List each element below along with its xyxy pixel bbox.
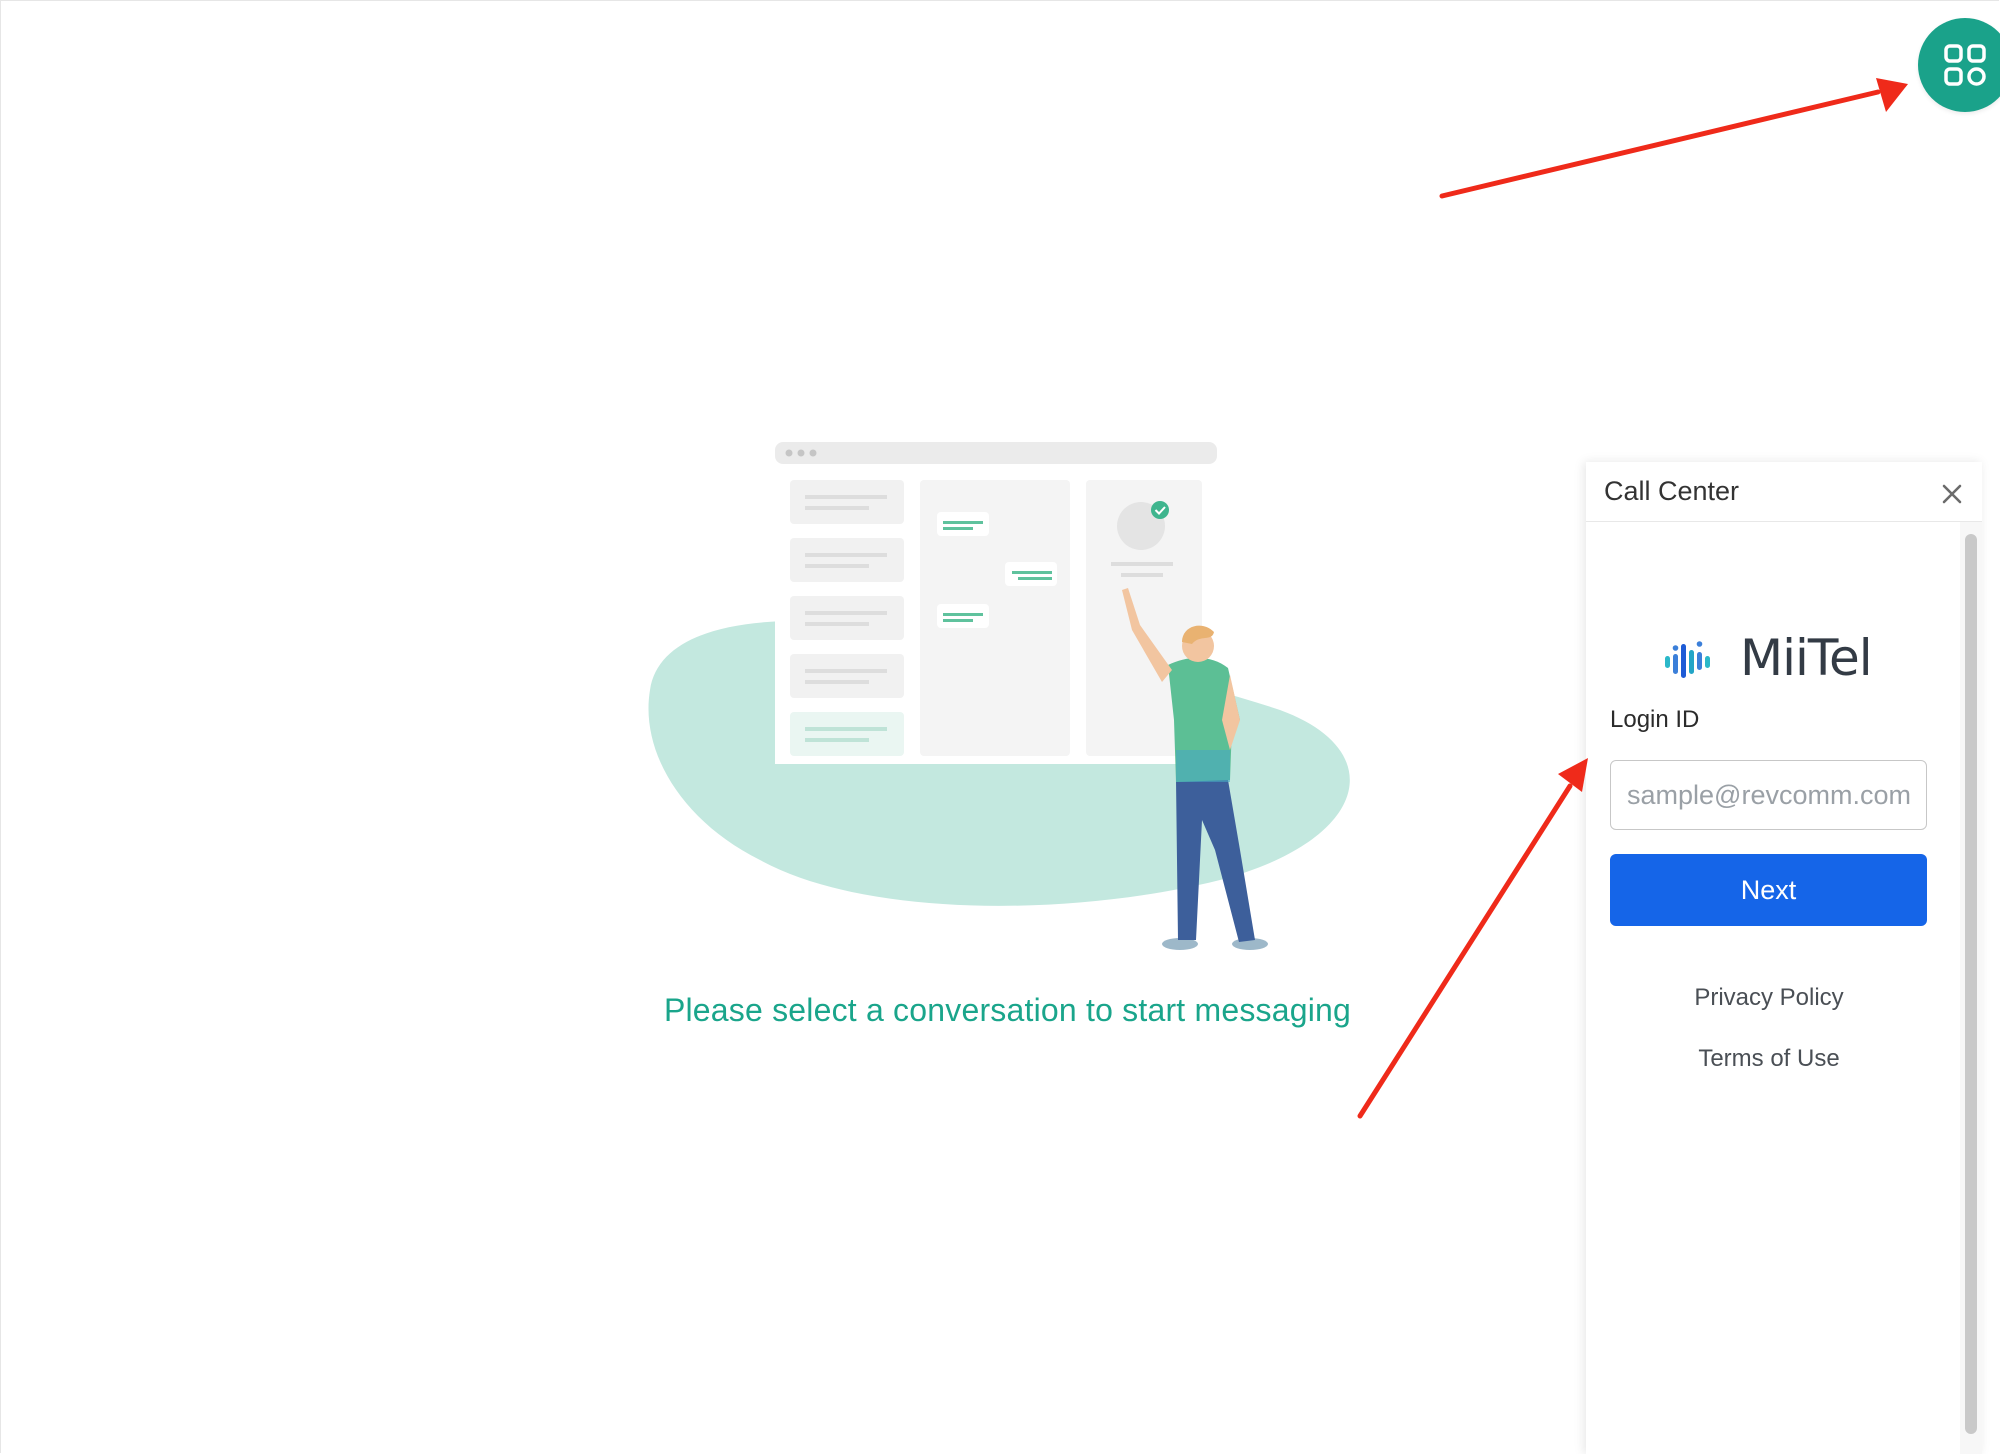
- close-icon: [1942, 484, 1962, 504]
- miitel-logo: MiiTel: [1662, 629, 1922, 687]
- miitel-logo-mark: [1665, 641, 1710, 678]
- empty-state: Please select a conversation to start me…: [600, 420, 1400, 1060]
- miitel-logo-text: MiiTel: [1740, 629, 1873, 687]
- conversation-board-illustration: [648, 442, 1350, 950]
- close-button[interactable]: [1938, 480, 1966, 508]
- call-center-header: Call Center: [1586, 462, 1982, 522]
- panel-title: Call Center: [1604, 476, 1740, 506]
- terms-of-use-link[interactable]: Terms of Use: [1586, 1045, 1952, 1073]
- privacy-policy-link[interactable]: Privacy Policy: [1586, 984, 1952, 1012]
- scrollbar-thumb[interactable]: [1965, 534, 1977, 1434]
- call-center-body: MiiTel Login ID Next Privacy Policy Term…: [1586, 522, 1960, 1454]
- panel-scrollbar[interactable]: [1960, 522, 1982, 1454]
- next-button[interactable]: Next: [1610, 854, 1927, 926]
- empty-state-message: Please select a conversation to start me…: [663, 992, 1352, 1028]
- login-id-label: Login ID: [1610, 706, 1700, 733]
- login-id-input[interactable]: [1610, 760, 1927, 830]
- apps-grid-icon: [1944, 44, 1986, 86]
- call-center-panel: Call Center MiiTel Login ID Next Privac: [1586, 462, 1982, 1454]
